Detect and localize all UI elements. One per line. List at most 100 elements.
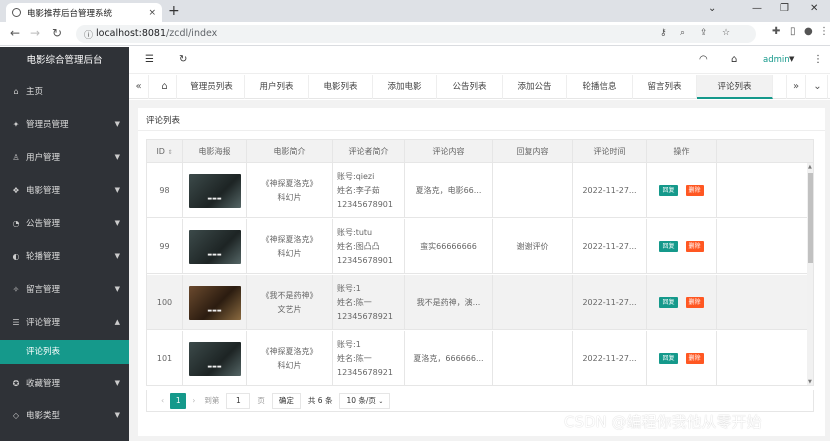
goto-label: 到第	[204, 396, 220, 405]
cell-actions: 回复 删除	[647, 219, 717, 274]
close-window-icon[interactable]: ✕	[810, 3, 818, 14]
cell-id: 99	[147, 219, 183, 274]
forward-icon[interactable]: →	[30, 26, 40, 40]
sidebar-item-film[interactable]: ❖ 电影管理 ▼	[0, 174, 129, 206]
sidebar-item-type[interactable]: ◇ 电影类型 ▼	[0, 399, 129, 431]
home-tab-icon[interactable]: ⌂	[153, 75, 177, 99]
more-icon[interactable]: ⋮	[813, 54, 823, 65]
restore-icon[interactable]: ❐	[780, 3, 789, 14]
cell-intro: 《神探夏洛克》 科幻片	[247, 163, 333, 218]
movie-genre: 文艺片	[277, 304, 302, 314]
caret-down-icon[interactable]: ▼	[789, 55, 794, 63]
bookmark-star-icon[interactable]: ☆	[722, 28, 730, 38]
message-icon: ✧	[12, 284, 20, 294]
sidebar-item-label: 公告管理	[26, 219, 61, 229]
page-number-current[interactable]: 1	[170, 392, 187, 409]
next-page-icon[interactable]: ›	[192, 396, 195, 405]
scroll-down-icon[interactable]: ▼	[808, 379, 812, 385]
tab-search-icon[interactable]: ⌄	[708, 3, 716, 14]
prev-page-icon[interactable]: ‹	[161, 396, 164, 405]
reload-icon[interactable]: ↻	[52, 26, 62, 40]
commenter-account: 账号:tutu	[337, 227, 373, 237]
confirm-button[interactable]: 确定	[271, 392, 301, 409]
back-icon[interactable]: ←	[10, 26, 20, 40]
tab-message-list[interactable]: 留言列表	[633, 75, 697, 99]
sidebar-item-home[interactable]: ⌂ 主页	[0, 75, 129, 107]
tab-user-list[interactable]: 用户列表	[245, 75, 309, 99]
browser-menu-icon[interactable]: ⋮	[819, 26, 829, 37]
share-icon[interactable]: ⇪	[700, 28, 708, 38]
delete-button[interactable]: 删除	[685, 353, 704, 364]
tabs-menu-icon[interactable]: ⌄	[808, 75, 828, 99]
close-tab-icon[interactable]: ×	[148, 8, 156, 18]
address-bar[interactable]: ⓘ localhost:8081/zcdl/index ⚷ ⌕ ⇪ ☆	[76, 25, 756, 43]
sidebar-item-label: 用户管理	[26, 153, 61, 163]
tab-film-list[interactable]: 电影列表	[309, 75, 373, 99]
cell-commenter: 账号:tutu 姓名:图凸凸 12345678901	[333, 219, 405, 274]
minimize-icon[interactable]: —	[752, 3, 762, 14]
chevron-down-icon: ⌄	[378, 397, 384, 405]
table-scrollbar[interactable]: ▲ ▼	[807, 163, 813, 385]
tab-notice-list[interactable]: 公告列表	[437, 75, 503, 99]
cell-reply	[493, 163, 573, 218]
sidebar-item-carousel[interactable]: ◐ 轮播管理 ▼	[0, 240, 129, 272]
sidebar-subitem-comment-list[interactable]: 评论列表	[0, 340, 129, 364]
scroll-thumb[interactable]	[808, 173, 813, 263]
tab-carousel-info[interactable]: 轮播信息	[567, 75, 633, 99]
sidebar-item-message[interactable]: ✧ 留言管理 ▼	[0, 273, 129, 305]
sidebar-item-label: 电影类型	[26, 411, 61, 421]
cell-content: 我不是药神，演...	[405, 275, 493, 330]
commenter-name: 姓名:陈一	[337, 353, 372, 363]
key-icon[interactable]: ⚷	[660, 28, 667, 38]
commenter-name: 姓名:图凸凸	[337, 241, 380, 251]
carousel-icon: ◐	[12, 251, 20, 261]
delete-button[interactable]: 删除	[685, 297, 704, 308]
new-tab-button[interactable]: +	[168, 3, 180, 19]
cell-poster: ▬▬▬	[183, 275, 247, 330]
column-label: ID	[156, 147, 165, 156]
comment-icon: ☰	[12, 317, 20, 327]
column-header-id[interactable]: ID ⇕	[147, 140, 183, 163]
movie-title: 《神探夏洛克》	[261, 234, 318, 244]
goto-page-input[interactable]: 1	[226, 392, 251, 409]
sidebar-item-admin[interactable]: ✦ 管理员管理 ▼	[0, 108, 129, 140]
sidebar-item-collect[interactable]: ✪ 收藏管理 ▼	[0, 367, 129, 399]
profile-avatar[interactable]: ●	[804, 26, 813, 37]
scroll-up-icon[interactable]: ▲	[808, 164, 812, 170]
sort-icon[interactable]: ⇕	[168, 149, 173, 156]
tab-add-film[interactable]: 添加电影	[373, 75, 437, 99]
browser-tab[interactable]: 电影推荐后台管理系统 ×	[6, 3, 162, 22]
tab-admin-list[interactable]: 管理员列表	[179, 75, 245, 99]
movie-title: 《神探夏洛克》	[261, 346, 318, 356]
reply-button[interactable]: 回复	[659, 297, 678, 308]
extensions-icon[interactable]: ✚	[772, 26, 780, 37]
sidebar-item-label: 电影管理	[26, 186, 61, 196]
sidebar-item-comment[interactable]: ☰ 评论管理 ▲	[0, 306, 129, 338]
cell-commenter: 账号:qiezi 姓名:李子茹 12345678901	[333, 163, 405, 218]
delete-button[interactable]: 删除	[685, 185, 704, 196]
tab-add-notice[interactable]: 添加公告	[503, 75, 567, 99]
reply-button[interactable]: 回复	[659, 241, 678, 252]
user-icon: ♙	[12, 152, 20, 162]
sidebar-item-label: 留言管理	[26, 285, 61, 295]
sidebar-item-user[interactable]: ♙ 用户管理 ▼	[0, 141, 129, 173]
theme-icon[interactable]: ◠	[699, 54, 708, 65]
zoom-icon[interactable]: ⌕	[680, 28, 685, 38]
page-size-select[interactable]: 10 条/页 ⌄	[339, 392, 391, 409]
delete-button[interactable]: 删除	[685, 241, 704, 252]
tabs-scroll-left-icon[interactable]: «	[129, 75, 149, 99]
comment-list-card: 评论列表 ID ⇕ 电影海报 电影简介 评论者简介 评论内容 回复内容 评论时间…	[138, 108, 825, 436]
info-icon[interactable]: ⓘ	[84, 28, 93, 41]
tab-comment-list[interactable]: 评论列表	[697, 75, 773, 99]
cell-content: 夏洛克，电影66...	[405, 163, 493, 218]
commenter-name: 姓名:李子茹	[337, 185, 380, 195]
sidebar-item-notice[interactable]: ◔ 公告管理 ▼	[0, 207, 129, 239]
tabs-scroll-right-icon[interactable]: »	[786, 75, 806, 99]
reply-button[interactable]: 回复	[659, 353, 678, 364]
sidebar-panel-icon[interactable]: ▯	[790, 26, 796, 37]
refresh-icon[interactable]: ↻	[179, 54, 187, 65]
admin-user-menu[interactable]: admin	[763, 55, 790, 65]
menu-toggle-icon[interactable]: ☰	[145, 54, 154, 65]
reply-button[interactable]: 回复	[659, 185, 678, 196]
tag-icon[interactable]: ⌂	[731, 54, 737, 65]
